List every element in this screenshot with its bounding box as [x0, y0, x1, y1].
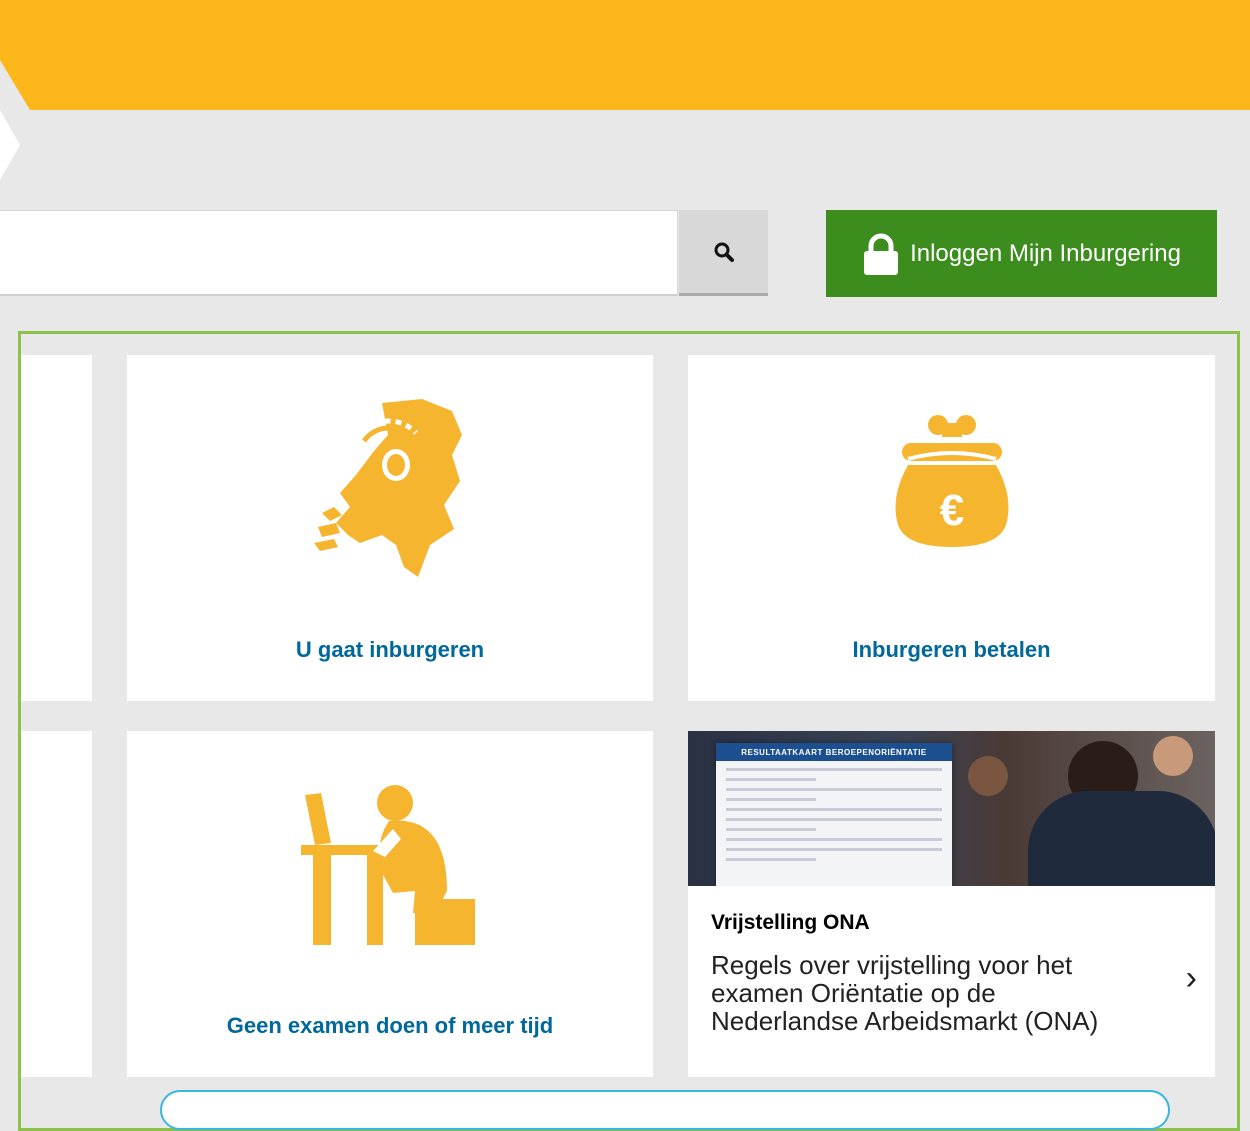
tile-partial-left-bottom[interactable]	[21, 731, 92, 1077]
money-purse-euro-icon: €	[895, 415, 1009, 547]
tile-u-gaat-inburgeren[interactable]: U gaat inburgeren	[127, 355, 653, 701]
tile-partial-left-top[interactable]	[21, 355, 92, 701]
info-box	[160, 1090, 1170, 1130]
document-header: RESULTAATKAART BEROEPENORIËNTATIE	[716, 743, 952, 761]
tile-title: Inburgeren betalen	[852, 637, 1051, 662]
tile-geen-examen[interactable]: Geen examen doen of meer tijd	[127, 731, 653, 1077]
document-image: RESULTAATKAART BEROEPENORIËNTATIE	[716, 743, 952, 886]
banner-arrow-icon	[0, 60, 30, 110]
tile-title: Geen examen doen of meer tijd	[226, 1013, 554, 1038]
back-arrow-icon[interactable]	[0, 110, 20, 180]
news-title: Vrijstelling ONA	[711, 911, 870, 934]
search-icon	[714, 242, 734, 262]
search-button[interactable]	[679, 210, 768, 296]
netherlands-map-headphones-icon	[314, 399, 462, 577]
svg-text:€: €	[940, 486, 964, 535]
tile-title: U gaat inburgeren	[295, 637, 485, 662]
news-description: Regels over vrijstelling voor het examen…	[711, 950, 1099, 1036]
search-input[interactable]	[0, 210, 678, 296]
top-banner	[0, 0, 1250, 110]
tile-inburgeren-betalen[interactable]: € Inburgeren betalen	[688, 355, 1215, 701]
chevron-right-icon[interactable]: ›	[1186, 961, 1197, 995]
person-at-desk-laptop-icon	[301, 785, 475, 945]
login-button[interactable]: Inloggen Mijn Inburgering	[826, 210, 1217, 297]
lock-icon	[864, 233, 899, 275]
login-label: Inloggen Mijn Inburgering	[910, 239, 1181, 267]
news-image: RESULTAATKAART BEROEPENORIËNTATIE	[688, 731, 1215, 886]
news-card-vrijstelling-ona[interactable]: RESULTAATKAART BEROEPENORIËNTATIE Vrijst…	[688, 731, 1215, 1077]
